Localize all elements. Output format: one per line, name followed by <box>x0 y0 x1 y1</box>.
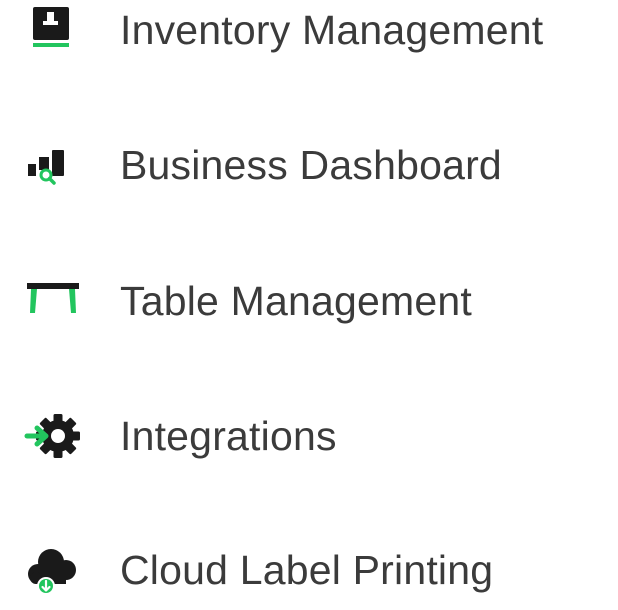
table-icon <box>22 269 86 333</box>
feature-item-table-management[interactable]: Table Management <box>0 261 618 341</box>
dashboard-chart-icon <box>22 133 86 197</box>
feature-label: Cloud Label Printing <box>120 547 494 593</box>
feature-item-inventory-management[interactable]: Inventory Management <box>0 0 618 70</box>
integration-gear-icon <box>22 404 86 468</box>
inventory-box-icon <box>22 0 86 62</box>
feature-item-business-dashboard[interactable]: Business Dashboard <box>0 125 618 205</box>
feature-label: Table Management <box>120 278 472 324</box>
feature-label: Inventory Management <box>120 7 544 53</box>
feature-item-cloud-label-printing[interactable]: Cloud Label Printing <box>0 530 618 610</box>
feature-list: Inventory Management Business Dashboard … <box>0 0 618 595</box>
feature-item-integrations[interactable]: Integrations <box>0 396 618 476</box>
feature-label: Business Dashboard <box>120 142 502 188</box>
cloud-download-icon <box>22 538 86 602</box>
feature-label: Integrations <box>120 413 337 459</box>
